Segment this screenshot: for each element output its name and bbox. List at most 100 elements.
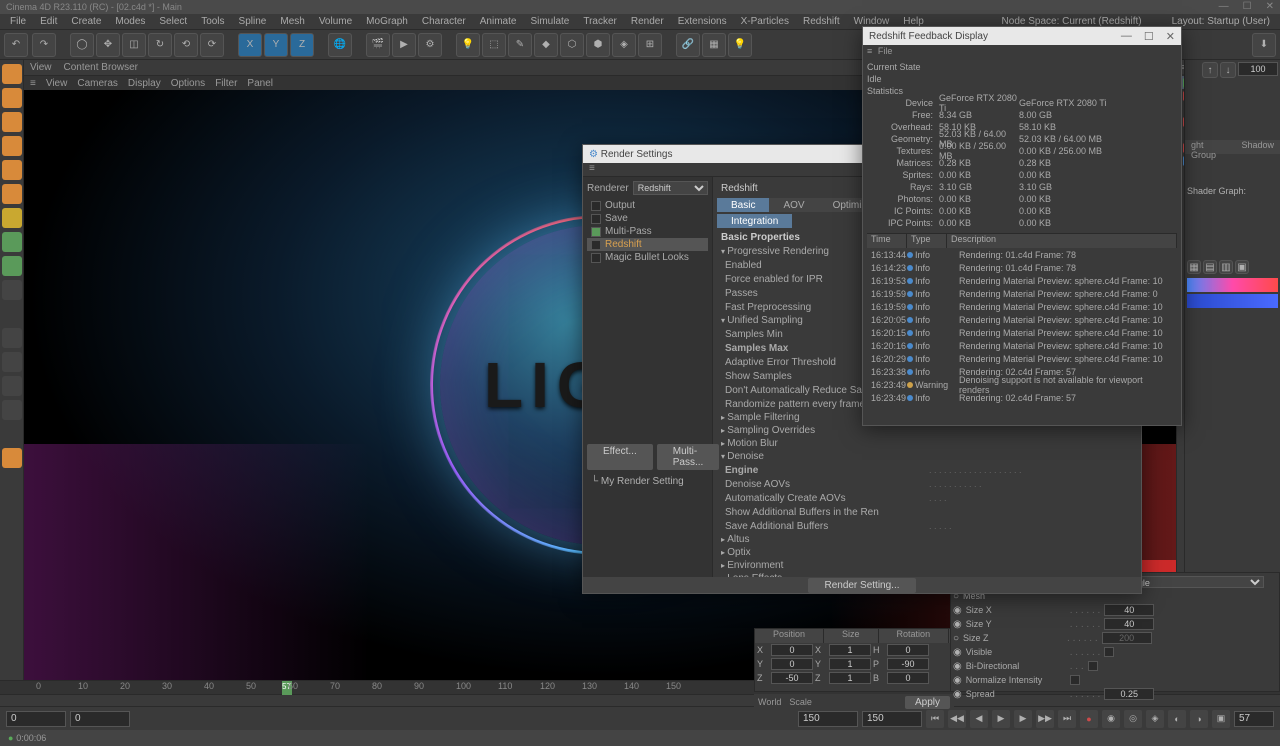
effect-button[interactable]: Effect... (587, 444, 653, 470)
attr-bidir-cb[interactable] (1088, 661, 1098, 671)
prim-icon[interactable]: ◆ (534, 33, 558, 57)
menu-mograph[interactable]: MoGraph (360, 14, 414, 29)
cube-icon[interactable]: ⬚ (482, 33, 506, 57)
my-render-setting[interactable]: My Render Setting (601, 476, 684, 487)
goto-start-icon[interactable]: ⏮ (926, 710, 944, 728)
tag-icon[interactable]: ◈ (612, 33, 636, 57)
attr-sizez-input[interactable] (1102, 632, 1152, 644)
layout-label[interactable]: Layout: Startup (User) (1166, 14, 1276, 29)
menu-tracker[interactable]: Tracker (577, 14, 623, 29)
attr-sizex-input[interactable] (1104, 604, 1154, 616)
renderer-select[interactable]: Redshift (633, 181, 708, 195)
maximize-icon[interactable]: ☐ (1243, 1, 1252, 12)
snap3-icon[interactable] (2, 280, 22, 300)
vp-display[interactable]: Display (128, 78, 161, 89)
minimize-icon[interactable]: — (1219, 1, 1229, 12)
psr-sx[interactable] (829, 644, 871, 656)
rs-grp-le[interactable]: Lens Effects (717, 572, 1137, 577)
sphere-icon[interactable] (2, 448, 22, 468)
menu-mesh[interactable]: Mesh (274, 14, 310, 29)
vp-hamburger-icon[interactable]: ≡ (30, 78, 36, 89)
rs-tab-integration[interactable]: Integration (717, 214, 792, 228)
attr-spread-input[interactable] (1104, 688, 1154, 700)
menu-edit[interactable]: Edit (34, 14, 63, 29)
view3-icon[interactable] (2, 376, 22, 396)
vp-cameras[interactable]: Cameras (77, 78, 118, 89)
close-icon[interactable]: ✕ (1266, 1, 1274, 12)
vp-panel[interactable]: Panel (247, 78, 273, 89)
menu-create[interactable]: Create (65, 14, 107, 29)
rf-minimize-icon[interactable]: — (1121, 30, 1132, 43)
texture-mode-icon[interactable] (2, 88, 22, 108)
menu-render[interactable]: Render (625, 14, 670, 29)
rp-icon2[interactable]: ↓ (1220, 62, 1236, 78)
obj-mode-icon[interactable] (2, 184, 22, 204)
goto-end-icon[interactable]: ⏭ (1058, 710, 1076, 728)
psr-ry[interactable] (887, 658, 929, 670)
view1-icon[interactable] (2, 328, 22, 348)
rotate-icon[interactable]: ↻ (148, 33, 172, 57)
snap2-icon[interactable] (2, 256, 22, 276)
apply-button[interactable]: Apply (905, 696, 950, 709)
rp-icon1[interactable]: ↑ (1202, 62, 1218, 78)
psr-rx[interactable] (887, 644, 929, 656)
poly-icon[interactable]: ⬡ (560, 33, 584, 57)
rp-zoom[interactable] (1238, 62, 1278, 76)
poly-mode-icon[interactable] (2, 160, 22, 180)
rs-list-item[interactable]: Redshift (587, 238, 708, 251)
attr-norm-cb[interactable] (1070, 675, 1080, 685)
psr-rz[interactable] (887, 672, 929, 684)
redo-icon[interactable]: ↷ (32, 33, 56, 57)
tool2-icon[interactable]: ⟳ (200, 33, 224, 57)
menu-spline[interactable]: Spline (233, 14, 273, 29)
menu-xparticles[interactable]: X-Particles (735, 14, 795, 29)
psr-sz[interactable] (829, 672, 871, 684)
scale-icon[interactable]: ◫ (122, 33, 146, 57)
move-icon[interactable]: ✥ (96, 33, 120, 57)
menu-redshift[interactable]: Redshift (797, 14, 846, 29)
edge-mode-icon[interactable] (2, 136, 22, 156)
rs-grp-en[interactable]: Environment (717, 559, 1137, 572)
link-icon[interactable]: 🔗 (676, 33, 700, 57)
rs-list-item[interactable]: Magic Bullet Looks (587, 251, 708, 264)
frame-current[interactable] (1234, 711, 1274, 727)
rf-file[interactable]: File (878, 46, 893, 56)
rp-gradient2[interactable] (1187, 294, 1278, 308)
rs-tab-aov[interactable]: AOV (769, 198, 818, 212)
rf-titlebar[interactable]: Redshift Feedback Display — ☐ ✕ (863, 27, 1181, 45)
psr-pz[interactable] (771, 672, 813, 684)
play-icon[interactable]: ▶ (992, 710, 1010, 728)
rp-gradient1[interactable] (1187, 278, 1278, 292)
deform-icon[interactable]: ⬢ (586, 33, 610, 57)
psr-px[interactable] (771, 644, 813, 656)
prev-key-icon[interactable]: ◀◀ (948, 710, 966, 728)
model-mode-icon[interactable] (2, 64, 22, 84)
rp-tab-shadow[interactable]: Shadow (1235, 140, 1280, 154)
view4-icon[interactable] (2, 400, 22, 420)
undo-icon[interactable]: ↶ (4, 33, 28, 57)
record-icon[interactable]: ● (1080, 710, 1098, 728)
attr-visible-cb[interactable] (1104, 647, 1114, 657)
key-rot-icon[interactable]: ◐ (1168, 710, 1186, 728)
bulb-icon[interactable]: 💡 (728, 33, 752, 57)
menu-animate[interactable]: Animate (474, 14, 523, 29)
menu-file[interactable]: File (4, 14, 32, 29)
key-pos-icon[interactable]: ◎ (1124, 710, 1142, 728)
snap-icon[interactable] (2, 232, 22, 252)
settings-icon[interactable]: ⚙ (418, 33, 442, 57)
menu-tools[interactable]: Tools (195, 14, 230, 29)
next-frame-icon[interactable]: ▶ (1014, 710, 1032, 728)
rs-list-item[interactable]: Output (587, 199, 708, 212)
world-label[interactable]: World (758, 697, 781, 707)
next-key-icon[interactable]: ▶▶ (1036, 710, 1054, 728)
psr-tab-position[interactable]: Position (755, 629, 824, 643)
frame-slider-end[interactable] (798, 711, 858, 727)
frame-slider-start[interactable] (70, 711, 130, 727)
world-icon[interactable]: 🌐 (328, 33, 352, 57)
key-param-icon[interactable]: ◑ (1190, 710, 1208, 728)
vp-filter[interactable]: Filter (215, 78, 237, 89)
menu-select[interactable]: Select (153, 14, 193, 29)
point-mode-icon[interactable] (2, 112, 22, 132)
download-icon[interactable]: ⬇ (1252, 33, 1276, 57)
grid-icon[interactable]: ▦ (702, 33, 726, 57)
